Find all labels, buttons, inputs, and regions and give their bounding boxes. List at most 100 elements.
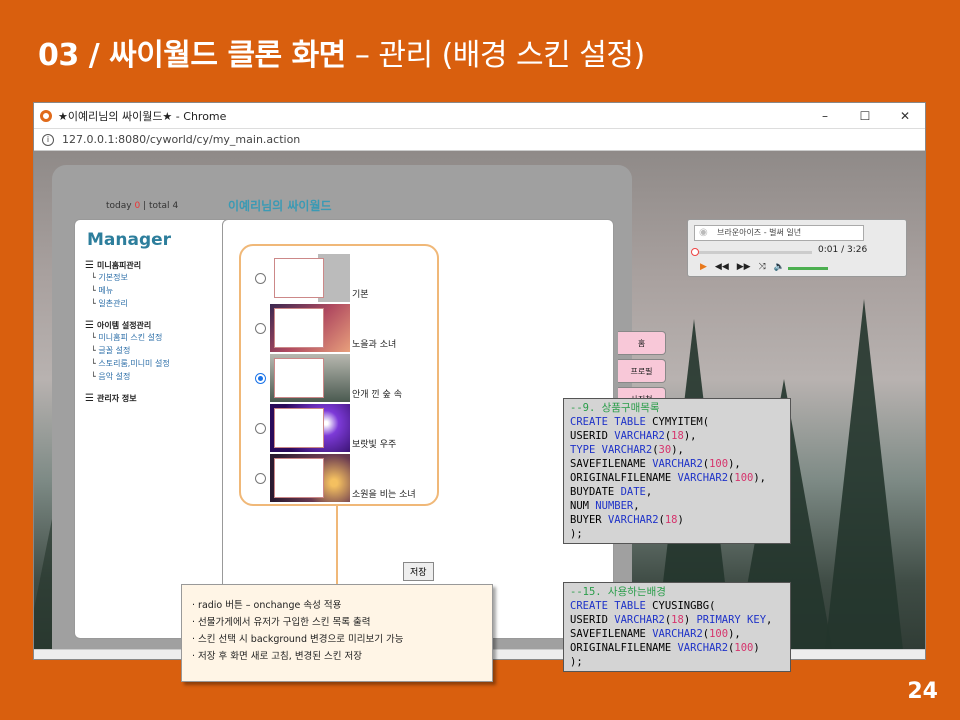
thumbnail-inner — [274, 458, 324, 498]
skin-option[interactable]: 보랏빛 우주 — [255, 404, 396, 452]
window-title: ★이예리님의 싸이월드★ - Chrome — [58, 109, 227, 123]
song-title: 브라운아이즈 - 벌써 일년 — [694, 225, 864, 241]
sql-cymyitem: --9. 상품구매목록 CREATE TABLE CYMYITEM( USERID … — [563, 398, 791, 544]
menu-item[interactable]: 기본정보 — [85, 271, 170, 284]
skin-option[interactable]: 소원을 비는 소녀 — [255, 454, 416, 502]
sql-line: SAVEFILENAME VARCHAR2(100), — [570, 458, 741, 470]
page-viewport: today 0 | total 4 이예리님의 싸이월드 Manager ☰ 미니… — [34, 151, 925, 659]
minimize-button[interactable]: – — [805, 109, 845, 123]
manager-menu: ☰미니홈피관리기본정보메뉴일촌관리☰아이템 설정관리미니홈피 스킨 설정글꼴 설… — [85, 260, 170, 404]
sql-line: BUYER VARCHAR2(18) — [570, 514, 684, 526]
menu-group-label: 관리자 정보 — [96, 394, 137, 403]
skin-thumbnail — [270, 254, 350, 302]
menu-icon: ☰ — [85, 320, 94, 331]
menu-group: ☰ 미니홈피관리 — [85, 260, 170, 271]
volume-slider[interactable] — [788, 267, 828, 270]
info-icon[interactable]: i — [42, 133, 54, 146]
tab-1[interactable]: 프로필 — [618, 359, 666, 383]
home-title: 이예리님의 싸이월드 — [228, 199, 332, 213]
shuffle-icon[interactable]: ⤨ — [759, 262, 766, 272]
title-bar: ★이예리님의 싸이월드★ - Chrome – ☐ ✕ — [34, 103, 925, 129]
skin-radio[interactable] — [255, 322, 266, 334]
menu-item[interactable]: 스토리룸,미니미 설정 — [85, 357, 169, 370]
visitor-counter: today 0 | total 4 — [106, 201, 179, 211]
sql-line: USERID VARCHAR2(18), — [570, 430, 697, 442]
menu-item[interactable]: 일촌관리 — [85, 297, 170, 310]
sql-comment: --15. 사용하는배경 — [570, 586, 666, 598]
skin-radio[interactable] — [255, 472, 266, 484]
skin-thumbnail — [270, 454, 350, 502]
skin-option[interactable]: 노을과 소녀 — [255, 304, 396, 352]
sql-cyusingbg: --15. 사용하는배경 CREATE TABLE CYUSINGBG( USERI… — [563, 582, 791, 672]
skin-label: 기본 — [352, 290, 369, 300]
background-tree — [824, 299, 904, 659]
notes-box: · radio 버튼 – onchange 속성 적용 · 선물가게에서 유저가 … — [181, 584, 493, 682]
skin-option[interactable]: 기본 — [255, 254, 369, 302]
menu-group: ☰ 관리자 정보 — [85, 393, 170, 404]
thumbnail-inner — [274, 308, 324, 348]
sql-line: SAVEFILENAME VARCHAR2(100), — [570, 628, 741, 640]
skin-radio[interactable] — [255, 372, 266, 384]
note-line: · 저장 후 화면 새로 고침, 변경된 스킨 저장 — [192, 651, 363, 662]
menu-group-label: 미니홈피관리 — [96, 261, 142, 270]
skin-radio[interactable] — [255, 422, 266, 434]
progress-bar[interactable] — [690, 248, 812, 256]
left-panel: Manager ☰미니홈피관리기본정보메뉴일촌관리☰아이템 설정관리미니홈피 스… — [74, 219, 242, 639]
sql-line: CREATE TABLE CYUSINGBG( — [570, 600, 716, 612]
skin-label: 보랏빛 우주 — [352, 440, 397, 450]
sql-line: BUYDATE DATE, — [570, 486, 653, 498]
thumbnail-inner — [274, 358, 324, 398]
menu-icon: ☰ — [85, 393, 94, 404]
menu-item[interactable]: 음악 설정 — [85, 370, 170, 383]
play-icon[interactable]: ▶ — [700, 262, 707, 272]
skin-thumbnail — [270, 404, 350, 452]
sql-line: NUM NUMBER, — [570, 500, 640, 512]
main-panel: 기본노을과 소녀안개 낀 숲 속보랏빛 우주소원을 비는 소녀 저장 — [222, 219, 614, 639]
skin-radio[interactable] — [255, 272, 266, 284]
save-button[interactable]: 저장 — [403, 562, 434, 581]
forward-icon[interactable]: ▶▶ — [737, 262, 751, 272]
skin-option[interactable]: 안개 낀 숲 속 — [255, 354, 402, 402]
skin-thumbnail — [270, 304, 350, 352]
skin-label: 안개 낀 숲 속 — [352, 390, 402, 400]
note-line: · 스킨 선택 시 background 변경으로 미리보기 가능 — [192, 634, 404, 645]
note-line: · 선물가게에서 유저가 구입한 스킨 목록 출력 — [192, 617, 371, 628]
chrome-icon — [40, 109, 52, 122]
sql-comment: --9. 상품구매목록 — [570, 402, 660, 414]
menu-group-label: 아이템 설정관리 — [96, 321, 152, 330]
tab-0[interactable]: 홈 — [618, 331, 666, 355]
menu-icon: ☰ — [85, 260, 94, 271]
progress-knob[interactable] — [690, 248, 699, 256]
url-text[interactable]: 127.0.0.1:8080/cyworld/cy/my_main.action — [62, 133, 300, 146]
skin-label: 노을과 소녀 — [352, 340, 397, 350]
thumbnail-inner — [274, 408, 324, 448]
sql-line: ); — [570, 656, 583, 668]
sql-line: ORIGINALFILENAME VARCHAR2(100) — [570, 642, 760, 654]
skin-thumbnail — [270, 354, 350, 402]
sql-line: ); — [570, 528, 583, 540]
page-number: 24 — [907, 679, 938, 704]
note-line: · radio 버튼 – onchange 속성 적용 — [192, 600, 342, 611]
menu-item[interactable]: 메뉴 — [85, 284, 170, 297]
rewind-icon[interactable]: ◀◀ — [715, 262, 729, 272]
menu-group: ☰ 아이템 설정관리 — [85, 320, 170, 331]
time-display: 0:01 / 3:26 — [818, 245, 868, 255]
sql-line: CREATE TABLE CYMYITEM( — [570, 416, 710, 428]
close-button[interactable]: ✕ — [885, 109, 925, 123]
maximize-button[interactable]: ☐ — [845, 109, 885, 123]
slide-title: 03 / 싸이월드 클론 화면 – 관리 (배경 스킨 설정) — [38, 38, 645, 73]
skin-list: 기본노을과 소녀안개 낀 숲 속보랏빛 우주소원을 비는 소녀 — [239, 244, 439, 506]
address-bar[interactable]: i 127.0.0.1:8080/cyworld/cy/my_main.acti… — [34, 129, 925, 151]
menu-item[interactable]: 미니홈피 스킨 설정 — [85, 331, 170, 344]
sql-line: ORIGINALFILENAME VARCHAR2(100), — [570, 472, 766, 484]
volume-icon[interactable]: 🔈 — [774, 262, 785, 272]
thumbnail-inner — [274, 258, 324, 298]
skin-label: 소원을 비는 소녀 — [352, 490, 416, 500]
menu-item[interactable]: 글꼴 설정 — [85, 344, 170, 357]
manager-title: Manager — [87, 230, 172, 250]
sql-line: TYPE VARCHAR2(30), — [570, 444, 684, 456]
connector-line — [336, 506, 338, 586]
sql-line: USERID VARCHAR2(18) PRIMARY KEY, — [570, 614, 773, 626]
browser-window: ★이예리님의 싸이월드★ - Chrome – ☐ ✕ i 127.0.0.1:… — [33, 102, 926, 660]
music-player: 브라운아이즈 - 벌써 일년 0:01 / 3:26 ▶ ◀◀ ▶▶ ⤨ 🔈 — [687, 219, 907, 277]
